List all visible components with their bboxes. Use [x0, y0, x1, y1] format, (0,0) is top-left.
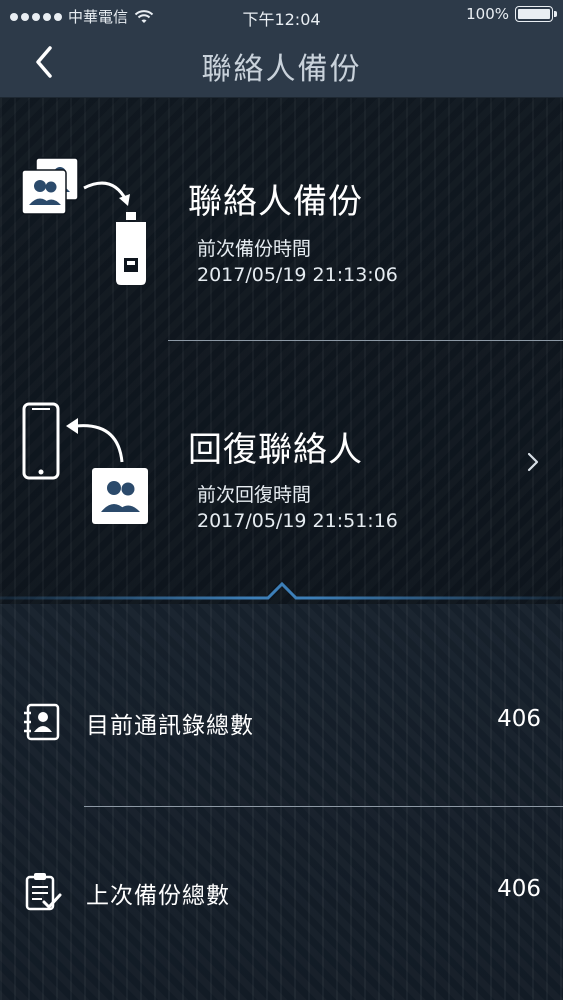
stat-label: 上次備份總數: [86, 883, 230, 909]
divider: [84, 806, 563, 807]
battery-percent: 100%: [466, 5, 509, 23]
backup-to-device-icon: [21, 157, 146, 285]
backup-last-time: 2017/05/19 21:13:06: [197, 264, 398, 286]
restore-title: 回復聯絡人: [188, 430, 363, 470]
backup-contacts-button[interactable]: 聯絡人備份 前次備份時間 2017/05/19 21:13:06: [0, 140, 563, 340]
page-title: 聯絡人備份: [201, 52, 362, 87]
restore-last-label: 前次回復時間: [197, 484, 312, 506]
restore-contacts-button[interactable]: 回復聯絡人 前次回復時間 2017/05/19 21:51:16: [0, 388, 563, 548]
status-right: 100%: [466, 5, 557, 23]
chevron-right-icon: [527, 452, 539, 472]
section-separator: [0, 581, 563, 600]
stat-row-last-backup: 上次備份總數 406: [0, 862, 563, 922]
stat-value: 406: [497, 706, 541, 732]
battery-icon: [515, 6, 557, 22]
stat-label: 目前通訊錄總數: [86, 713, 254, 739]
stats-section: 目前通訊錄總數 406 上次備份總數 406: [0, 604, 563, 1000]
contact-backup-screen: 中華電信 下午12:04 100% 聯絡人備份 聯絡人備份 前次備份時間 201…: [0, 0, 563, 1000]
restore-to-phone-icon: [22, 402, 148, 524]
backup-last-label: 前次備份時間: [197, 238, 312, 260]
restore-last-time: 2017/05/19 21:51:16: [197, 510, 398, 532]
top-bar: 中華電信 下午12:04 100% 聯絡人備份: [0, 0, 563, 98]
status-bar: 中華電信 下午12:04 100%: [0, 0, 563, 32]
contact-card-icon: [24, 703, 60, 741]
stat-row-current-contacts: 目前通訊錄總數 406: [0, 692, 563, 752]
stat-value: 406: [497, 876, 541, 902]
backup-title: 聯絡人備份: [188, 182, 363, 222]
clipboard-check-icon: [25, 873, 62, 911]
divider: [168, 340, 563, 341]
